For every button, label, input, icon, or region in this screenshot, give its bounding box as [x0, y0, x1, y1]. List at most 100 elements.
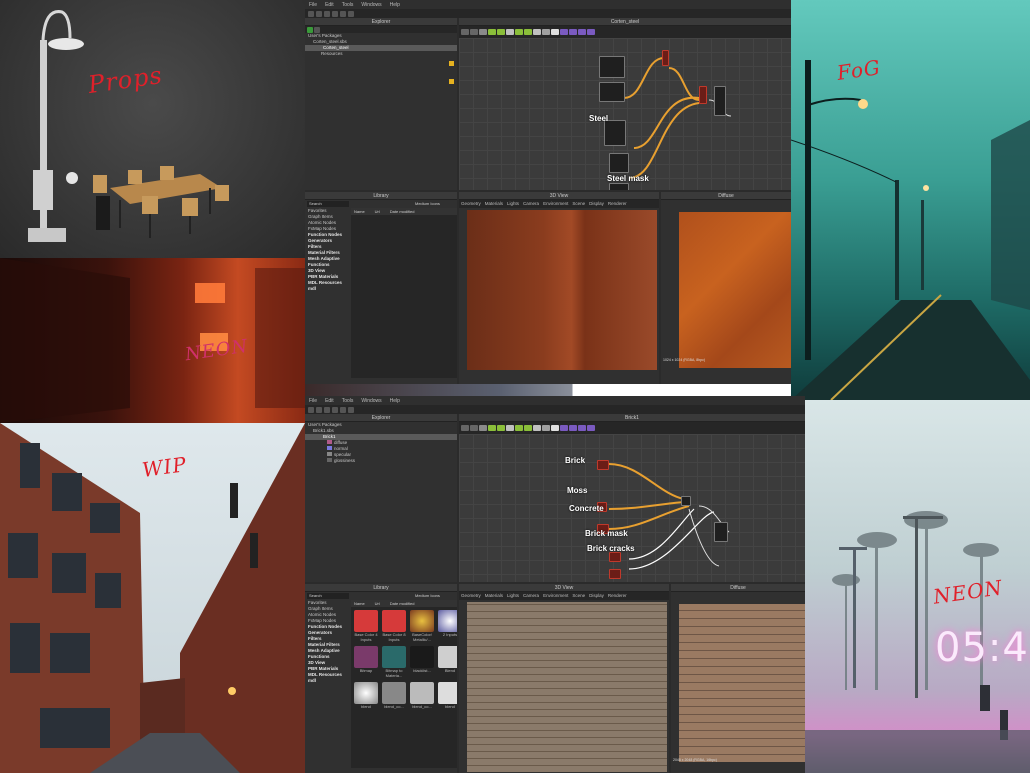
- graph-tool-icon[interactable]: [470, 29, 478, 35]
- view2d-viewport[interactable]: [679, 212, 791, 368]
- library-thumb[interactable]: blend_co...: [382, 682, 406, 714]
- graph-node[interactable]: [681, 496, 691, 506]
- graph-tool-icon[interactable]: [497, 425, 505, 431]
- redo-icon[interactable]: [348, 10, 354, 17]
- library-search[interactable]: Search: [307, 201, 349, 207]
- graph-tool-icon[interactable]: [461, 425, 469, 431]
- graph-tool-icon[interactable]: [497, 29, 505, 35]
- library-view-mode[interactable]: Medium Icons: [415, 593, 440, 599]
- library-thumb[interactable]: Bitmap: [354, 646, 378, 678]
- graph-tool-icon[interactable]: [578, 29, 586, 35]
- column-name[interactable]: Name: [354, 601, 365, 606]
- new-icon[interactable]: [308, 406, 314, 413]
- graph-tool-icon[interactable]: [569, 425, 577, 431]
- graph-tool-icon[interactable]: [506, 425, 514, 431]
- view3d-tab[interactable]: Materials: [485, 200, 503, 208]
- graph-tool-icon[interactable]: [551, 29, 559, 35]
- graph-tool-icon[interactable]: [461, 29, 469, 35]
- graph-tool-icon[interactable]: [578, 425, 586, 431]
- view3d-tab[interactable]: Scene: [572, 592, 585, 600]
- open-icon[interactable]: [316, 406, 322, 413]
- graph-node[interactable]: [609, 183, 629, 190]
- view3d-tab[interactable]: Environment: [543, 592, 568, 600]
- column-url[interactable]: Url: [375, 601, 380, 606]
- menu-help[interactable]: Help: [390, 2, 400, 8]
- view3d-tab[interactable]: Materials: [485, 592, 503, 600]
- menu-edit[interactable]: Edit: [325, 398, 334, 404]
- library-item[interactable]: mdl: [305, 286, 351, 292]
- graph-tool-icon[interactable]: [524, 29, 532, 35]
- undo-icon[interactable]: [340, 10, 346, 17]
- graph-node[interactable]: [609, 569, 621, 579]
- graph-node[interactable]: [609, 153, 629, 173]
- view3d-tab[interactable]: Renderer: [608, 200, 627, 208]
- view3d-viewport[interactable]: [467, 210, 657, 370]
- graph-tool-icon[interactable]: [587, 425, 595, 431]
- explorer-output[interactable]: glossiness: [305, 458, 457, 464]
- graph-node[interactable]: [714, 522, 728, 542]
- menu-help[interactable]: Help: [390, 398, 400, 404]
- graph-node[interactable]: [597, 460, 609, 470]
- column-date[interactable]: Date modified: [390, 601, 415, 606]
- view3d-tab[interactable]: Lights: [507, 200, 519, 208]
- view3d-tab[interactable]: Display: [589, 592, 604, 600]
- library-search[interactable]: Search: [307, 593, 349, 599]
- graph-node[interactable]: [599, 56, 625, 78]
- column-date[interactable]: Date modified: [390, 209, 415, 214]
- library-thumb[interactable]: Blend: [438, 646, 457, 678]
- graph-tool-icon[interactable]: [560, 425, 568, 431]
- view3d-tab[interactable]: Camera: [523, 200, 539, 208]
- open-icon[interactable]: [316, 10, 322, 17]
- save-all-icon[interactable]: [332, 10, 338, 17]
- graph-node[interactable]: [609, 552, 621, 562]
- view3d-tab[interactable]: Geometry: [461, 592, 481, 600]
- library-item[interactable]: mdl: [305, 678, 351, 684]
- graph-tool-icon[interactable]: [533, 29, 541, 35]
- library-thumb[interactable]: BaseColor/ Metallic/...: [410, 610, 434, 642]
- graph-tool-icon[interactable]: [551, 425, 559, 431]
- graph-node[interactable]: [714, 86, 726, 116]
- graph-tool-icon[interactable]: [515, 425, 523, 431]
- graph-node[interactable]: [699, 86, 707, 104]
- menu-file[interactable]: File: [309, 2, 317, 8]
- save-all-icon[interactable]: [332, 406, 338, 413]
- save-icon[interactable]: [324, 406, 330, 413]
- library-thumb[interactable]: Base Color 4 Inputs: [354, 610, 378, 642]
- redo-icon[interactable]: [348, 406, 354, 413]
- graph-tool-icon[interactable]: [479, 425, 487, 431]
- library-thumb[interactable]: 2 Inputs: [438, 610, 457, 642]
- graph-tool-icon[interactable]: [515, 29, 523, 35]
- add-icon[interactable]: [314, 26, 320, 33]
- view3d-tab[interactable]: Camera: [523, 592, 539, 600]
- graph-tool-icon[interactable]: [506, 29, 514, 35]
- library-thumb[interactable]: blend: [438, 682, 457, 714]
- library-thumb[interactable]: blacklist...: [410, 646, 434, 678]
- save-icon[interactable]: [324, 10, 330, 17]
- view3d-tab[interactable]: Scene: [572, 200, 585, 208]
- graph-tool-icon[interactable]: [560, 29, 568, 35]
- library-thumb[interactable]: blend_co...: [410, 682, 434, 714]
- view3d-tab[interactable]: Environment: [543, 200, 568, 208]
- graph-tool-icon[interactable]: [542, 29, 550, 35]
- menu-tools[interactable]: Tools: [342, 2, 354, 8]
- graph-tool-icon[interactable]: [587, 29, 595, 35]
- view3d-tab[interactable]: Display: [589, 200, 604, 208]
- column-name[interactable]: Name: [354, 209, 365, 214]
- graph-node[interactable]: [604, 120, 626, 146]
- view3d-tab[interactable]: Renderer: [608, 592, 627, 600]
- graph-tool-icon[interactable]: [524, 425, 532, 431]
- graph-tool-icon[interactable]: [542, 425, 550, 431]
- undo-icon[interactable]: [340, 406, 346, 413]
- view3d-tab[interactable]: Geometry: [461, 200, 481, 208]
- view3d-tab[interactable]: Lights: [507, 592, 519, 600]
- view3d-viewport[interactable]: [467, 602, 667, 772]
- graph-tool-icon[interactable]: [470, 425, 478, 431]
- new-icon[interactable]: [308, 10, 314, 17]
- column-url[interactable]: Url: [375, 209, 380, 214]
- explorer-resources[interactable]: Resources: [305, 51, 457, 57]
- graph-canvas[interactable]: Brick Moss Concrete Brick mask Brick cra…: [459, 434, 805, 582]
- graph-canvas[interactable]: Steel Steel mask: [459, 38, 791, 190]
- menu-windows[interactable]: Windows: [361, 2, 381, 8]
- graph-tool-icon[interactable]: [533, 425, 541, 431]
- graph-node[interactable]: [599, 82, 625, 102]
